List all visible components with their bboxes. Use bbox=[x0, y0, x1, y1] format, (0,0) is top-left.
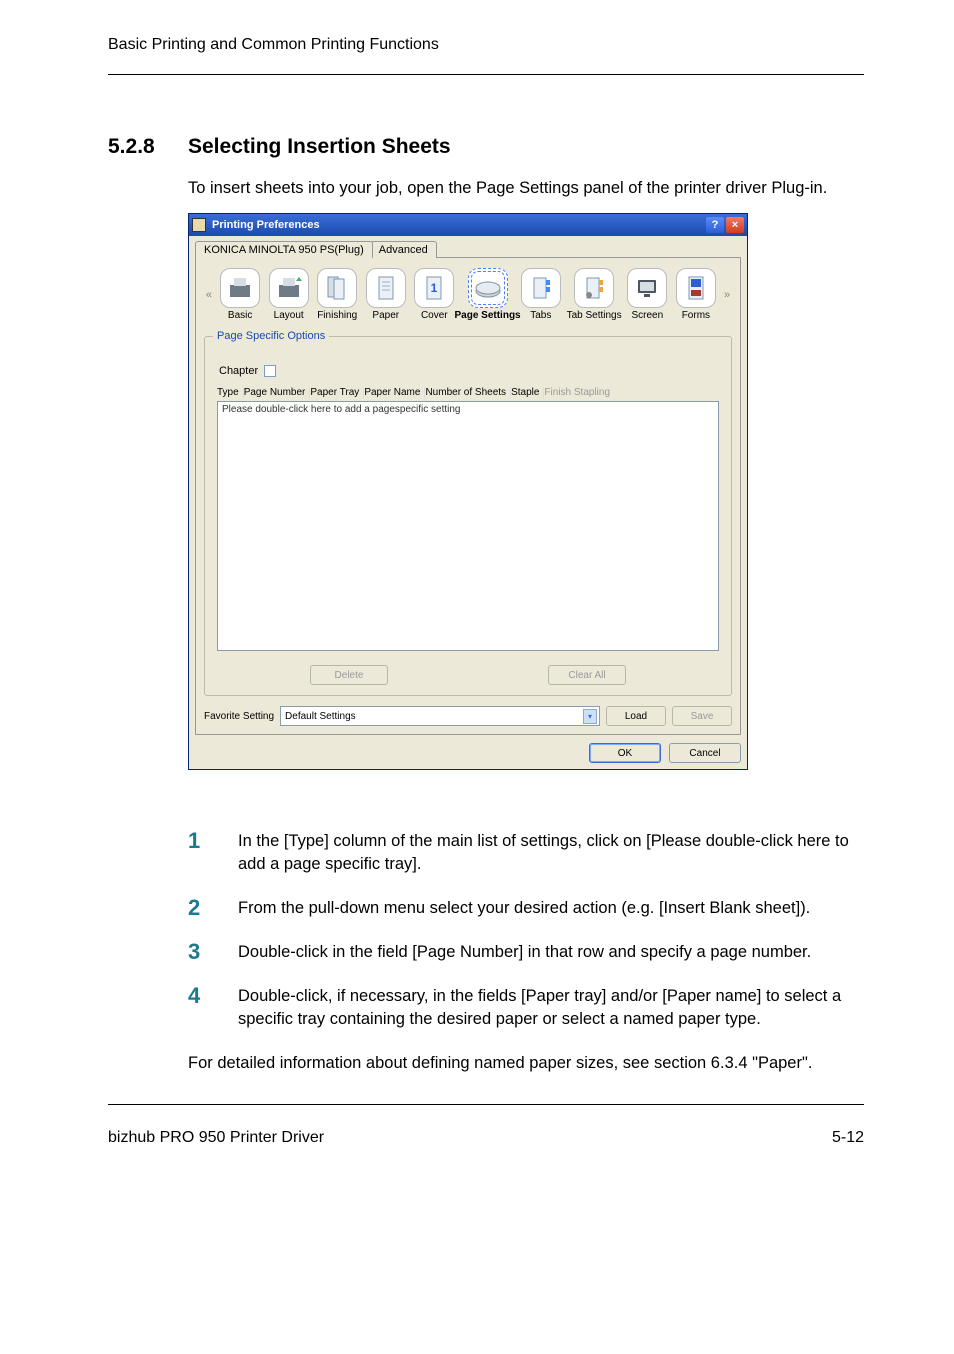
panel-page-settings[interactable]: Page Settings bbox=[461, 268, 515, 322]
app-icon bbox=[192, 218, 206, 232]
list-placeholder-row[interactable]: Please double-click here to add a pagesp… bbox=[222, 404, 460, 415]
svg-text:1: 1 bbox=[431, 281, 438, 295]
col-finish-stapling: Finish Stapling bbox=[544, 387, 614, 399]
tabs-orange-icon bbox=[579, 273, 609, 303]
clear-all-button[interactable]: Clear All bbox=[548, 665, 626, 685]
load-button[interactable]: Load bbox=[606, 706, 666, 726]
trailing-paragraph: For detailed information about defining … bbox=[188, 1052, 864, 1074]
close-button[interactable]: × bbox=[726, 217, 744, 233]
heading-title: Selecting Insertion Sheets bbox=[188, 135, 451, 159]
group-legend: Page Specific Options bbox=[213, 330, 329, 342]
page-one-icon: 1 bbox=[419, 273, 449, 303]
page-icon bbox=[371, 273, 401, 303]
col-staple: Staple bbox=[511, 387, 544, 399]
printer-icon bbox=[225, 273, 255, 303]
chapter-checkbox[interactable] bbox=[264, 365, 276, 377]
panel-forms[interactable]: Forms bbox=[674, 268, 719, 322]
panel-nav-row: « Basic bbox=[204, 266, 732, 326]
screen-icon bbox=[632, 273, 662, 303]
save-button[interactable]: Save bbox=[672, 706, 732, 726]
col-num-sheets: Number of Sheets bbox=[425, 387, 511, 399]
ok-button[interactable]: OK bbox=[589, 743, 661, 763]
chapter-label: Chapter bbox=[219, 365, 258, 377]
top-tabs: KONICA MINOLTA 950 PS(Plug) Advanced bbox=[195, 240, 741, 257]
chevron-down-icon: ▾ bbox=[583, 709, 597, 724]
favorite-setting-label: Favorite Setting bbox=[204, 711, 274, 722]
footer-right: 5-12 bbox=[832, 1129, 864, 1147]
favorite-setting-select[interactable]: Default Settings ▾ bbox=[280, 706, 600, 726]
step-number-4: 4 bbox=[188, 985, 212, 1030]
page-specific-options-group: Page Specific Options Chapter Type Page … bbox=[204, 336, 732, 696]
step-number-1: 1 bbox=[188, 830, 212, 875]
pages-icon bbox=[322, 273, 352, 303]
list-column-headers: Type Page Number Paper Tray Paper Name N… bbox=[217, 387, 723, 399]
heading-number: 5.2.8 bbox=[108, 135, 188, 159]
intro-paragraph: To insert sheets into your job, open the… bbox=[188, 177, 864, 199]
footer-left: bizhub PRO 950 Printer Driver bbox=[108, 1129, 324, 1147]
titlebar: Printing Preferences ? × bbox=[189, 214, 747, 236]
tab-advanced[interactable]: Advanced bbox=[370, 241, 437, 258]
forms-icon bbox=[681, 273, 711, 303]
step-text-2: From the pull-down menu select your desi… bbox=[238, 897, 864, 919]
tabs-blue-icon bbox=[526, 273, 556, 303]
panel-screen[interactable]: Screen bbox=[625, 268, 670, 322]
running-head: Basic Printing and Common Printing Funct… bbox=[108, 36, 864, 54]
section-heading: 5.2.8 Selecting Insertion Sheets bbox=[108, 135, 864, 159]
panel-layout[interactable]: Layout bbox=[266, 268, 311, 322]
col-page-number: Page Number bbox=[244, 387, 311, 399]
panel-tab-settings[interactable]: Tab Settings bbox=[567, 268, 621, 322]
printing-preferences-window: Printing Preferences ? × KONICA MINOLTA … bbox=[188, 213, 748, 770]
printer-arrow-icon bbox=[274, 273, 304, 303]
panel-tabs[interactable]: Tabs bbox=[519, 268, 564, 322]
panel-cover[interactable]: 1 Cover bbox=[412, 268, 457, 322]
step-text-1: In the [Type] column of the main list of… bbox=[238, 830, 864, 875]
cancel-button[interactable]: Cancel bbox=[669, 743, 741, 763]
step-text-3: Double-click in the field [Page Number] … bbox=[238, 941, 864, 963]
col-paper-tray: Paper Tray bbox=[310, 387, 364, 399]
favorite-setting-value: Default Settings bbox=[285, 711, 356, 722]
step-number-3: 3 bbox=[188, 941, 212, 963]
col-paper-name: Paper Name bbox=[364, 387, 425, 399]
col-type: Type bbox=[217, 387, 244, 399]
settings-list[interactable]: Please double-click here to add a pagesp… bbox=[217, 401, 719, 651]
delete-button[interactable]: Delete bbox=[310, 665, 388, 685]
panel-basic[interactable]: Basic bbox=[218, 268, 263, 322]
panel-finishing[interactable]: Finishing bbox=[315, 268, 360, 322]
tab-main-driver[interactable]: KONICA MINOLTA 950 PS(Plug) bbox=[195, 241, 373, 258]
panel-scroll-left[interactable]: « bbox=[204, 289, 214, 301]
step-number-2: 2 bbox=[188, 897, 212, 919]
panel-paper[interactable]: Paper bbox=[363, 268, 408, 322]
tray-icon bbox=[473, 273, 503, 303]
help-button[interactable]: ? bbox=[706, 217, 724, 233]
step-text-4: Double-click, if necessary, in the field… bbox=[238, 985, 864, 1030]
panel-scroll-right[interactable]: » bbox=[722, 289, 732, 301]
window-title: Printing Preferences bbox=[212, 219, 320, 231]
